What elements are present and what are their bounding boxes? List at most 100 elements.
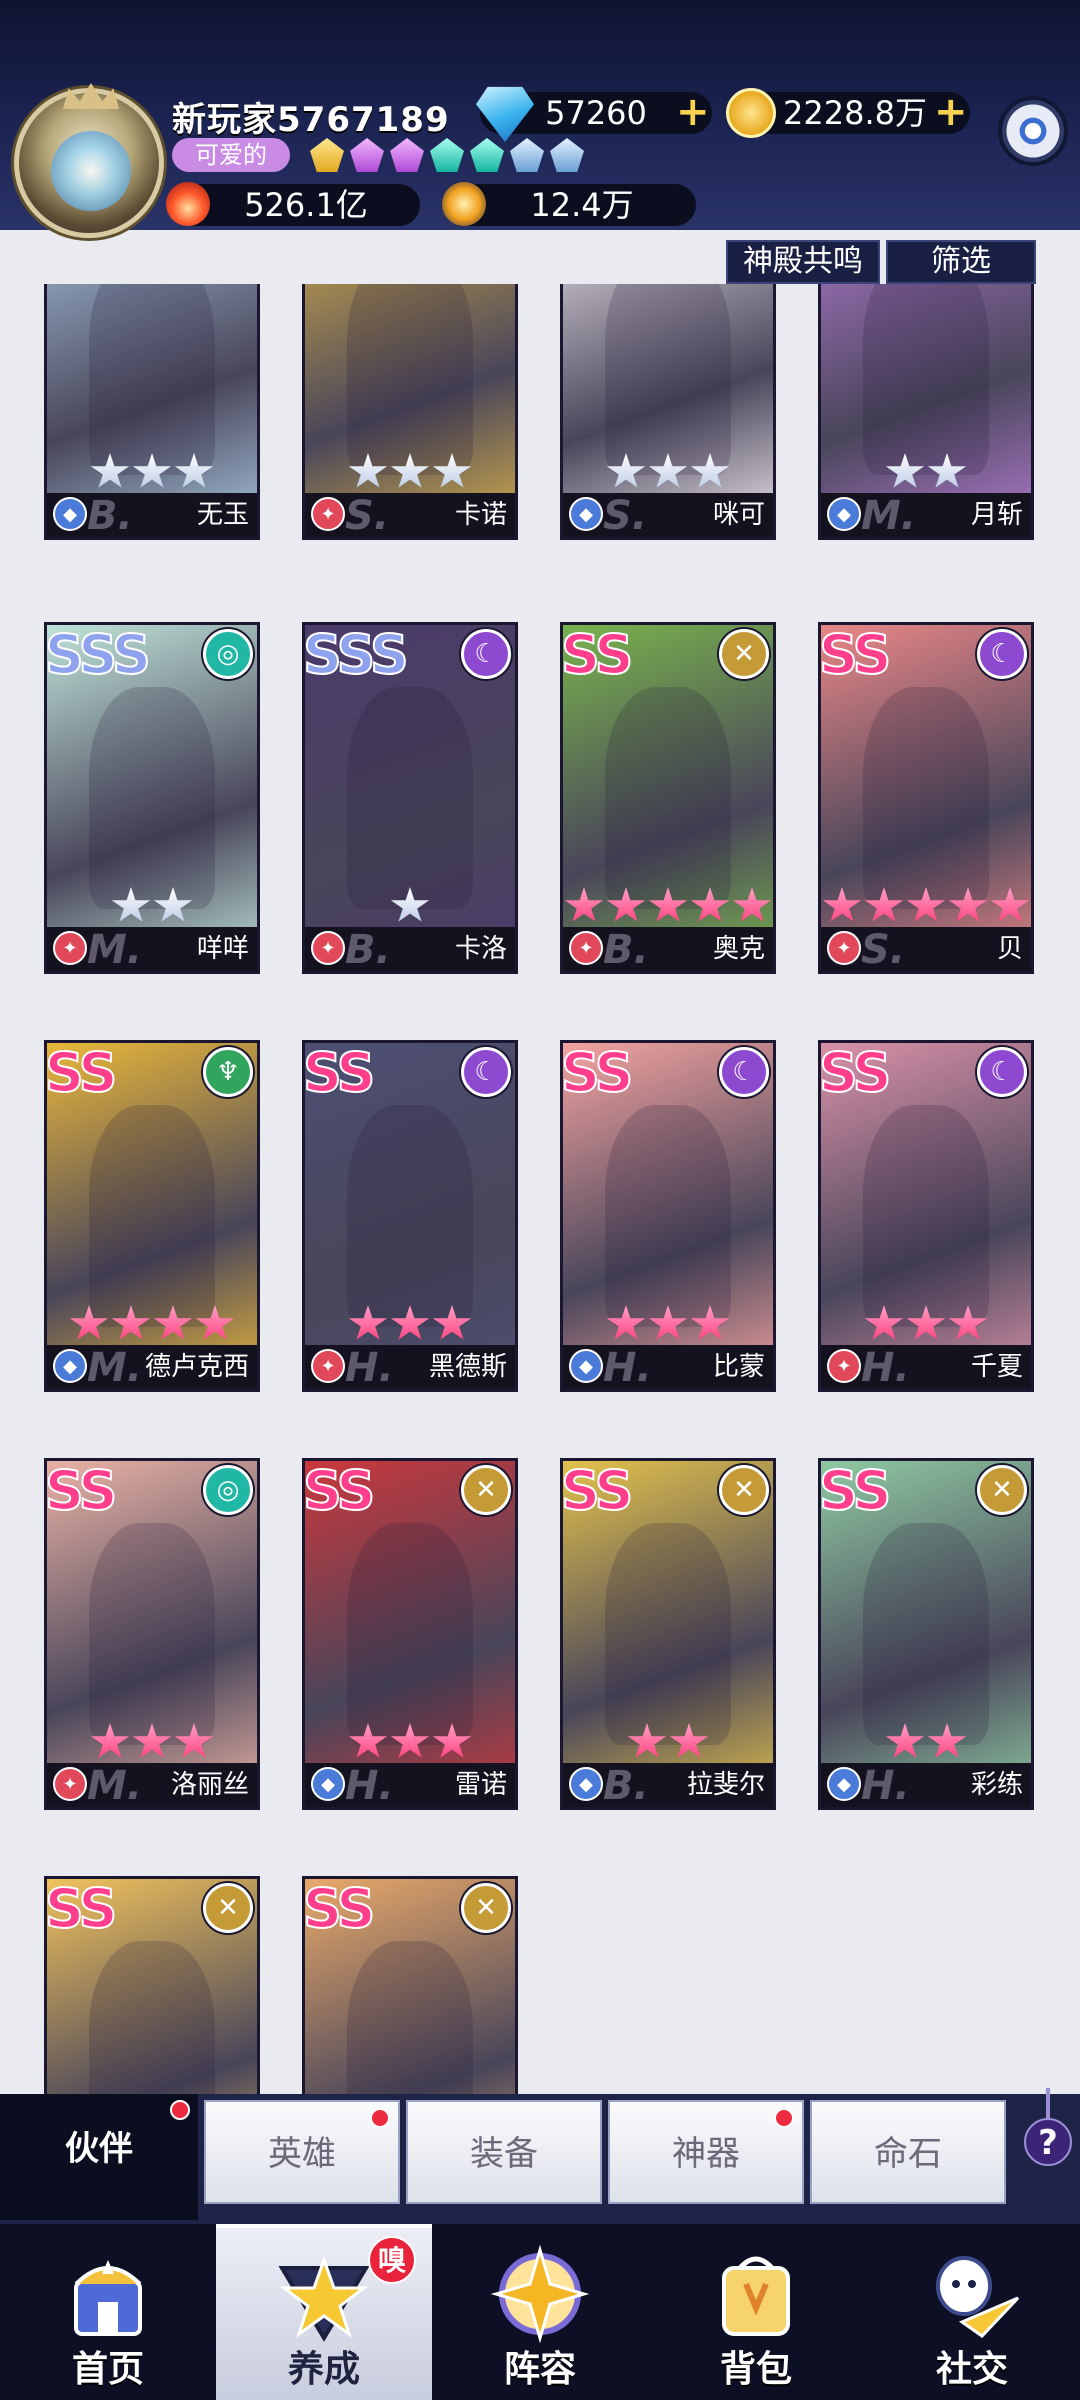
star-rating bbox=[821, 1305, 1031, 1343]
hero-grade: S. bbox=[345, 493, 390, 539]
hero-figure bbox=[89, 1523, 215, 1745]
hero-card[interactable]: SS ☾ ◆ H. 比蒙 bbox=[560, 1040, 776, 1392]
add-gold-button[interactable]: + bbox=[934, 92, 968, 132]
star-icon bbox=[648, 1305, 688, 1340]
rarity-rank: SSS bbox=[45, 623, 152, 687]
tab-4[interactable]: 命石 bbox=[810, 2100, 1006, 2204]
star-icon bbox=[669, 1723, 709, 1758]
rank-gem-icon bbox=[310, 138, 344, 172]
star-icon bbox=[606, 453, 646, 488]
class-icon: ◆ bbox=[311, 1767, 345, 1801]
star-rating bbox=[305, 887, 515, 925]
add-diamond-button[interactable]: + bbox=[676, 92, 710, 132]
hero-grade: S. bbox=[603, 493, 648, 539]
star-icon bbox=[564, 887, 604, 922]
class-icon: ◆ bbox=[53, 1349, 87, 1383]
hero-card[interactable]: SSS☾◆M.月斩 bbox=[818, 284, 1034, 540]
star-icon bbox=[927, 453, 967, 488]
star-rating bbox=[47, 887, 257, 925]
class-icon: ✦ bbox=[53, 1767, 87, 1801]
hero-card[interactable]: SSS ◎ ✦ M. 咩咩 bbox=[44, 622, 260, 974]
notification-dot bbox=[774, 2108, 794, 2128]
hero-figure bbox=[605, 687, 731, 909]
tab-3[interactable]: 神器 bbox=[608, 2100, 804, 2204]
nav-compass-star[interactable]: 阵容 bbox=[432, 2224, 648, 2400]
star-icon bbox=[132, 1723, 172, 1758]
hero-card[interactable]: SSS☾◆S.咪可 bbox=[560, 284, 776, 540]
hero-card[interactable]: SS ✕ ◆ H. 彩练 bbox=[818, 1458, 1034, 1810]
hero-name: 彩练 bbox=[970, 1770, 1023, 1800]
class-icon: ◆ bbox=[53, 497, 87, 531]
nav-label: 社交 bbox=[935, 2349, 1008, 2390]
notification-dot bbox=[170, 2100, 190, 2120]
tab-label: 装备 bbox=[470, 2134, 538, 2174]
rarity-rank: SS bbox=[45, 1041, 118, 1105]
star-rating bbox=[305, 1723, 515, 1761]
hero-card[interactable]: SS ◎ ✦ M. 洛丽丝 bbox=[44, 1458, 260, 1810]
nav-label: 背包 bbox=[719, 2349, 792, 2390]
hero-card[interactable]: SSS☾◆B.无玉 bbox=[44, 284, 260, 540]
hero-card[interactable]: SSS◎✦S.卡诺 bbox=[302, 284, 518, 540]
element-icon: ♆ bbox=[203, 1047, 253, 1097]
class-icon: ◆ bbox=[569, 497, 603, 531]
star-icon bbox=[132, 453, 172, 488]
rarity-rank: SS bbox=[303, 1041, 376, 1105]
star-icon bbox=[90, 453, 130, 488]
tab-1[interactable]: 英雄 bbox=[204, 2100, 400, 2204]
class-icon: ✦ bbox=[827, 1349, 861, 1383]
star-icon bbox=[69, 1305, 109, 1340]
class-icon: ✦ bbox=[569, 931, 603, 965]
rarity-rank: SS bbox=[819, 623, 892, 687]
class-icon: ✦ bbox=[311, 1349, 345, 1383]
hero-card[interactable]: SS ☾ ✦ H. 千夏 bbox=[818, 1040, 1034, 1392]
element-icon: ☾ bbox=[719, 1047, 769, 1097]
tab-0[interactable]: 伙伴 bbox=[0, 2094, 198, 2220]
rank-gem-icon bbox=[510, 138, 544, 172]
player-avatar[interactable] bbox=[14, 83, 164, 238]
player-title-badge[interactable]: 可爱的 bbox=[172, 138, 290, 172]
temple-resonance-button[interactable]: 神殿共鸣 bbox=[726, 240, 880, 284]
hero-card[interactable]: SS ✕ ✦ B. 奥克 bbox=[560, 622, 776, 974]
hero-grade: B. bbox=[87, 493, 133, 539]
star-triangle-icon bbox=[274, 2248, 374, 2348]
nav-ghost-plane[interactable]: 社交 bbox=[864, 2224, 1080, 2400]
hero-card[interactable]: SS ♆ ◆ M. 德卢克西 bbox=[44, 1040, 260, 1392]
hero-card[interactable]: SS ✕ bbox=[44, 1876, 260, 2094]
settings-gear-icon[interactable] bbox=[998, 96, 1068, 166]
element-icon: ☾ bbox=[461, 629, 511, 679]
rank-gems bbox=[310, 138, 584, 172]
hero-card[interactable]: SS ✕ ◆ B. 拉斐尔 bbox=[560, 1458, 776, 1810]
hero-card[interactable]: SS ☾ ✦ S. 贝 bbox=[818, 622, 1034, 974]
hero-card[interactable]: SS ✕ bbox=[302, 1876, 518, 2094]
star-icon bbox=[153, 1305, 193, 1340]
category-tab-bar: 伙伴 英雄 装备 神器 命石 bbox=[0, 2094, 1080, 2224]
hero-grade: B. bbox=[603, 1763, 649, 1809]
tab-2[interactable]: 装备 bbox=[406, 2100, 602, 2204]
element-icon: ☾ bbox=[461, 1047, 511, 1097]
rarity-rank: SS bbox=[561, 1459, 634, 1523]
avatar-emblem bbox=[51, 131, 131, 211]
hero-name: 千夏 bbox=[970, 1352, 1023, 1382]
gold-counter: 2228.8万 + bbox=[726, 88, 970, 138]
hero-card[interactable]: SSS ☾ ✦ B. 卡洛 bbox=[302, 622, 518, 974]
star-rating bbox=[47, 1305, 257, 1343]
help-button[interactable]: ? bbox=[1024, 2118, 1072, 2166]
nav-badge: 嗅 bbox=[368, 2236, 416, 2284]
hero-figure bbox=[347, 1105, 473, 1327]
nav-star-triangle[interactable]: 养成 嗅 bbox=[216, 2224, 432, 2400]
nav-castle[interactable]: 首页 bbox=[0, 2224, 216, 2400]
star-icon bbox=[348, 453, 388, 488]
hero-card[interactable]: SS ✕ ◆ H. 雷诺 bbox=[302, 1458, 518, 1810]
star-icon bbox=[906, 887, 946, 922]
compass-star-icon bbox=[490, 2244, 590, 2344]
hero-name: 洛丽丝 bbox=[170, 1770, 249, 1800]
hero-card[interactable]: SS ☾ ✦ H. 黑德斯 bbox=[302, 1040, 518, 1392]
star-icon bbox=[606, 1305, 646, 1340]
filter-button[interactable]: 筛选 bbox=[886, 240, 1036, 284]
hero-figure bbox=[605, 284, 731, 475]
star-rating bbox=[821, 887, 1031, 925]
hero-grade: M. bbox=[87, 1763, 142, 1809]
nav-label: 养成 bbox=[287, 2349, 360, 2390]
rarity-rank: SS bbox=[819, 1459, 892, 1523]
nav-bag[interactable]: 背包 bbox=[648, 2224, 864, 2400]
